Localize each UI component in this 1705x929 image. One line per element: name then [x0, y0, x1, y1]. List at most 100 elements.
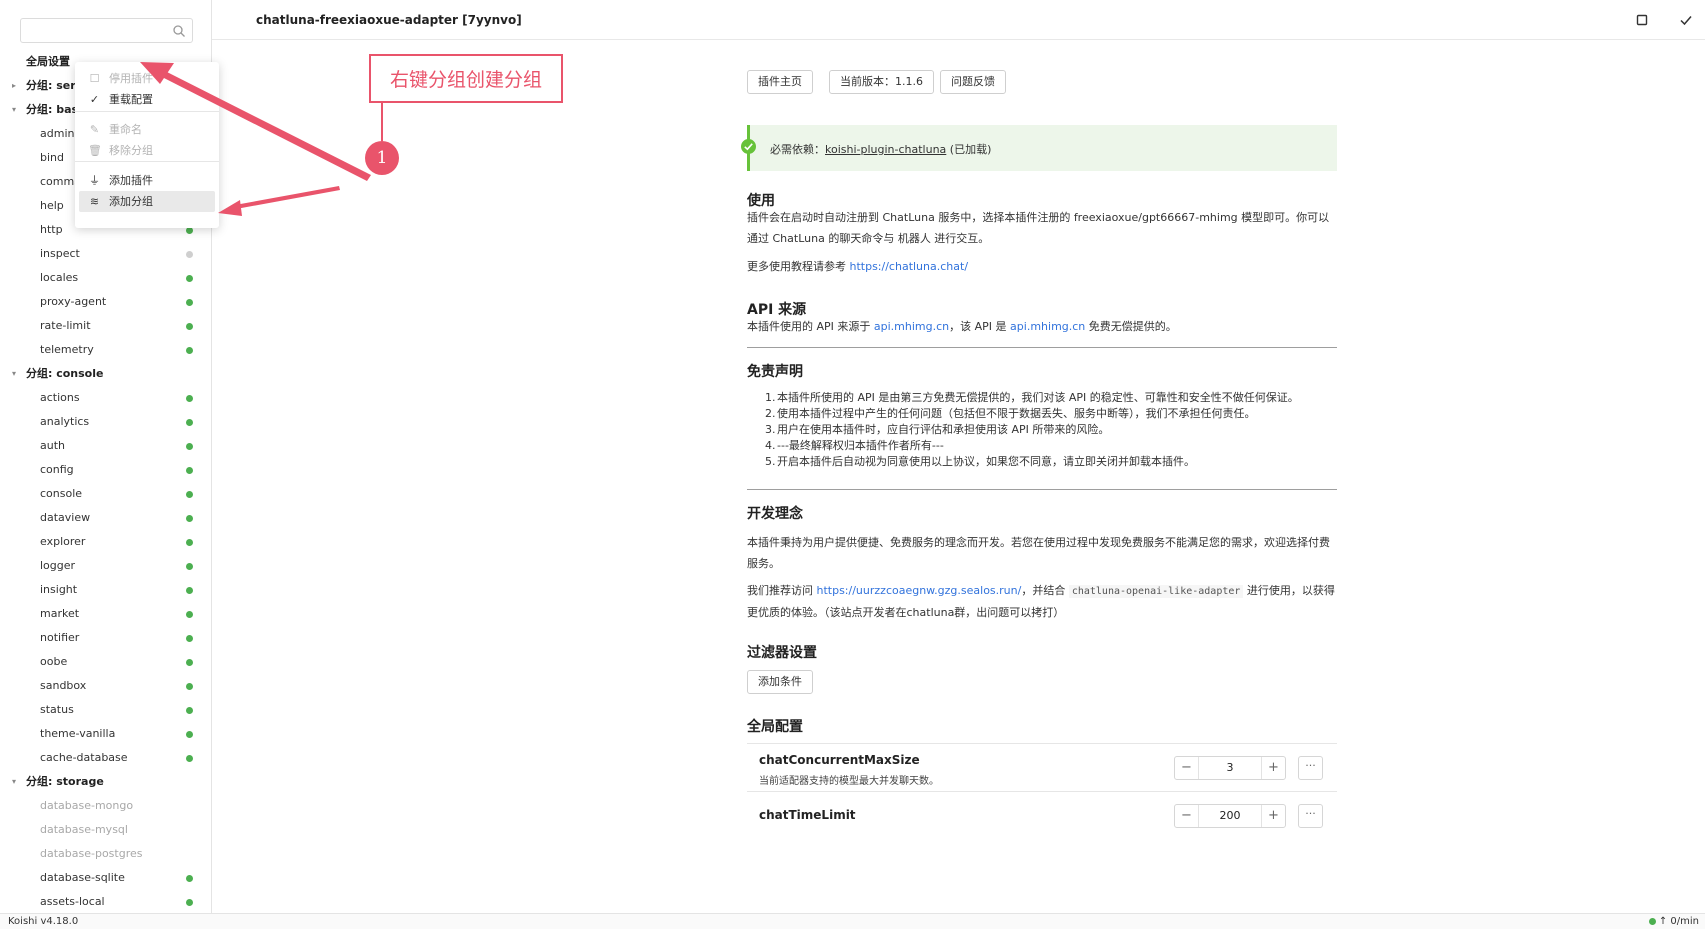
more-options-button[interactable]: ···: [1298, 756, 1323, 780]
sidebar-item-oobe[interactable]: oobe: [0, 650, 211, 674]
disclaimer-heading: 免责声明: [747, 364, 803, 380]
status-dot-icon: [186, 755, 193, 762]
sidebar-item-label: explorer: [40, 535, 86, 548]
header-bar: chatluna-freexiaoxue-adapter [7yynvo]: [212, 0, 1705, 40]
sealos-link[interactable]: https://uurzzcoaegnw.gzg.sealos.run/: [817, 584, 1022, 597]
sidebar-item-cache-database[interactable]: cache-database: [0, 746, 211, 770]
more-options-button[interactable]: ···: [1298, 804, 1323, 828]
sidebar-item-notifier[interactable]: notifier: [0, 626, 211, 650]
sidebar-item-sandbox[interactable]: sandbox: [0, 674, 211, 698]
menu-item[interactable]: ✓ 重载配置: [79, 89, 215, 110]
plus-icon[interactable]: +: [1261, 757, 1285, 779]
menu-item-label: 添加插件: [109, 174, 153, 187]
divider: [747, 489, 1337, 490]
menu-item[interactable]: 🗑 移除分组: [79, 140, 215, 161]
sidebar-item-database-mongo[interactable]: database-mongo: [0, 794, 211, 818]
sidebar-item-label: status: [40, 703, 74, 716]
sidebar-item-label: analytics: [40, 415, 90, 428]
search-icon: [173, 25, 185, 37]
sidebar-item-database-mysql[interactable]: database-mysql: [0, 818, 211, 842]
status-dot-icon: [186, 659, 193, 666]
square-icon[interactable]: [1633, 11, 1651, 29]
minus-icon[interactable]: −: [1175, 805, 1199, 827]
global-config-heading: 全局配置: [747, 719, 803, 735]
sidebar-item-config[interactable]: config: [0, 458, 211, 482]
dependency-link[interactable]: koishi-plugin-chatluna: [825, 143, 946, 156]
sidebar-item-locales[interactable]: locales: [0, 266, 211, 290]
dependency-label: 必需依赖：: [770, 143, 825, 156]
sidebar-item-analytics[interactable]: analytics: [0, 410, 211, 434]
plugin-home-button[interactable]: 插件主页: [747, 70, 813, 94]
sidebar-item-explorer[interactable]: explorer: [0, 530, 211, 554]
add-condition-button[interactable]: 添加条件: [747, 670, 813, 694]
sidebar-item-console[interactable]: console: [0, 482, 211, 506]
annotation-leader-line: [381, 103, 383, 141]
chevron-icon[interactable]: ▸: [12, 74, 16, 98]
sidebar-item-label: logger: [40, 559, 76, 572]
sidebar-item-proxy-agent[interactable]: proxy-agent: [0, 290, 211, 314]
sidebar-item-status[interactable]: status: [0, 698, 211, 722]
philosophy-recommend: 我们推荐访问 https://uurzzcoaegnw.gzg.sealos.r…: [747, 584, 1335, 619]
sidebar-item-market[interactable]: market: [0, 602, 211, 626]
list-item-text: 使用本插件过程中产生的任何问题（包括但不限于数据丢失、服务中断等），我们不承担任…: [777, 407, 1256, 420]
philosophy-paragraph: 本插件秉持为用户提供便捷、免费服务的理念而开发。若您在使用过程中发现免费服务不能…: [747, 536, 1330, 570]
issues-button[interactable]: 问题反馈: [940, 70, 1006, 94]
status-dot-icon: [186, 587, 193, 594]
status-dot-icon: [186, 899, 193, 906]
sidebar-item-database-postgres[interactable]: database-postgres: [0, 842, 211, 866]
menu-item[interactable]: ✎ 重命名: [79, 119, 215, 140]
context-menu: ☐ 停用插件 ✓ 重载配置 ✎ 重命名 🗑 移除分组 ⏚ 添加插件 ≋ 添加分组: [75, 62, 219, 228]
list-item-text: 开启本插件后自动视为同意使用以上协议，如果您不同意，请立即关闭并卸载本插件。: [777, 455, 1195, 468]
disable-icon: ☐: [89, 72, 100, 85]
status-dot-icon: [186, 563, 193, 570]
check-icon: ✓: [89, 93, 100, 106]
api-link-1[interactable]: api.mhimg.cn: [874, 320, 949, 333]
disclaimer-list: 1. 本插件所使用的 API 是由第三方免费无偿提供的，我们对该 API 的稳定性…: [765, 390, 1337, 470]
sidebar-item-theme-vanilla[interactable]: theme-vanilla: [0, 722, 211, 746]
check-icon[interactable]: [1677, 11, 1695, 29]
sidebar-item-insight[interactable]: insight: [0, 578, 211, 602]
sidebar-group[interactable]: ▾ 分组: storage: [0, 770, 211, 794]
number-value[interactable]: 200: [1199, 805, 1261, 827]
sidebar-group[interactable]: ▾ 分组: console: [0, 362, 211, 386]
api-link-2[interactable]: api.mhimg.cn: [1010, 320, 1085, 333]
sidebar-item-rate-limit[interactable]: rate-limit: [0, 314, 211, 338]
koishi-version: Koishi v4.18.0: [8, 916, 79, 927]
sidebar-item-logger[interactable]: logger: [0, 554, 211, 578]
sidebar-item-label: help: [40, 199, 64, 212]
list-number: 2.: [765, 407, 776, 420]
chevron-icon[interactable]: ▾: [12, 770, 16, 794]
chevron-icon[interactable]: ▾: [12, 362, 16, 386]
list-number: 3.: [765, 423, 776, 436]
sidebar-group-label: 全局设置: [26, 55, 70, 68]
sidebar-item-telemetry[interactable]: telemetry: [0, 338, 211, 362]
sidebar-group-label: 分组: ser: [26, 79, 76, 92]
layers-icon: ≋: [89, 195, 100, 208]
chatluna-link[interactable]: https://chatluna.chat/: [850, 260, 969, 273]
list-item: 5. 开启本插件后自动视为同意使用以上协议，如果您不同意，请立即关闭并卸载本插件。: [765, 454, 1337, 470]
sidebar-item-dataview[interactable]: dataview: [0, 506, 211, 530]
number-value[interactable]: 3: [1199, 757, 1261, 779]
number-stepper[interactable]: − 200 +: [1174, 804, 1286, 828]
sidebar-item-actions[interactable]: actions: [0, 386, 211, 410]
version-button[interactable]: 当前版本：1.1.6: [829, 70, 934, 94]
sidebar-item-database-sqlite[interactable]: database-sqlite: [0, 866, 211, 890]
sidebar-item-label: inspect: [40, 247, 80, 260]
number-stepper[interactable]: − 3 +: [1174, 756, 1286, 780]
status-dot-icon: [1648, 917, 1656, 925]
plus-icon[interactable]: +: [1261, 805, 1285, 827]
sidebar-item-auth[interactable]: auth: [0, 434, 211, 458]
menu-item[interactable]: ≋ 添加分组: [79, 191, 215, 212]
menu-item[interactable]: ⏚ 添加插件: [79, 170, 215, 191]
sidebar-item-assets-local[interactable]: assets-local: [0, 890, 211, 913]
divider: [747, 347, 1337, 348]
search-input[interactable]: [20, 18, 193, 43]
sidebar-item-label: insight: [40, 583, 78, 596]
chevron-icon[interactable]: ▾: [12, 98, 16, 122]
sidebar-item-inspect[interactable]: inspect: [0, 242, 211, 266]
menu-item-label: 重载配置: [109, 93, 153, 106]
config-row-chatTimeLimit: chatTimeLimit − 200 + ···: [747, 791, 1337, 839]
menu-item[interactable]: ☐ 停用插件: [79, 68, 215, 89]
status-dot-icon: [186, 395, 193, 402]
minus-icon[interactable]: −: [1175, 757, 1199, 779]
